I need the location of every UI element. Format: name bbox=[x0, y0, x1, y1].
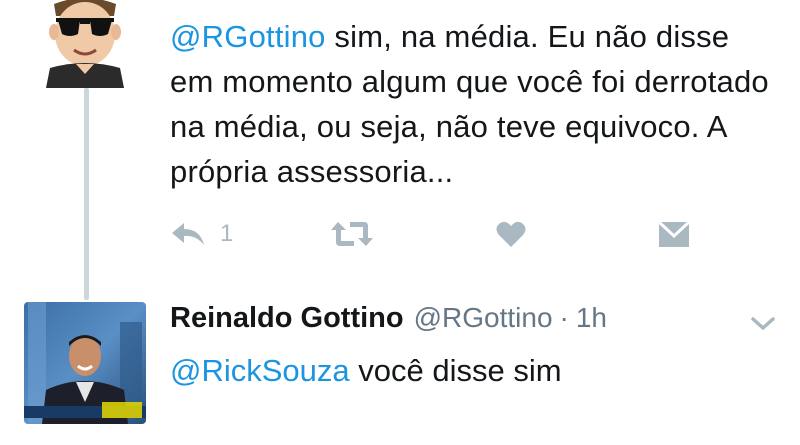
retweet-icon bbox=[331, 222, 373, 246]
tweet2-header: Reinaldo Gottino @RGottino · 1h bbox=[170, 302, 690, 342]
tweet1-actions: 1 bbox=[0, 214, 800, 254]
tweet2-mention-link[interactable]: @RickSouza bbox=[170, 353, 350, 388]
tweet2-avatar[interactable] bbox=[24, 302, 146, 424]
direct-message-button[interactable] bbox=[658, 214, 690, 254]
reply-icon bbox=[172, 223, 204, 245]
tweet1-text: @RGottino sim, na média. Eu não disse em… bbox=[170, 14, 780, 194]
author-handle[interactable]: @RGottino bbox=[414, 302, 553, 334]
like-button[interactable] bbox=[496, 214, 526, 254]
tweet1-mention-link[interactable]: @RGottino bbox=[170, 19, 326, 54]
tweet1-avatar[interactable] bbox=[40, 0, 130, 88]
thread-connector-line bbox=[84, 88, 89, 300]
direct-message-icon bbox=[658, 220, 690, 247]
tweet2-body: você disse sim bbox=[349, 353, 562, 388]
tweet2-text: @RickSouza você disse sim bbox=[170, 350, 780, 392]
reply-button[interactable]: 1 bbox=[170, 214, 233, 254]
separator-dot: · bbox=[559, 302, 569, 333]
like-icon bbox=[496, 221, 526, 247]
author-name[interactable]: Reinaldo Gottino bbox=[170, 302, 404, 335]
tweet-timestamp[interactable]: 1h bbox=[576, 302, 607, 334]
retweet-button[interactable] bbox=[330, 214, 374, 254]
reply-count: 1 bbox=[220, 220, 234, 247]
tweet-options-button[interactable] bbox=[748, 308, 778, 338]
chevron-down-icon bbox=[751, 317, 775, 330]
